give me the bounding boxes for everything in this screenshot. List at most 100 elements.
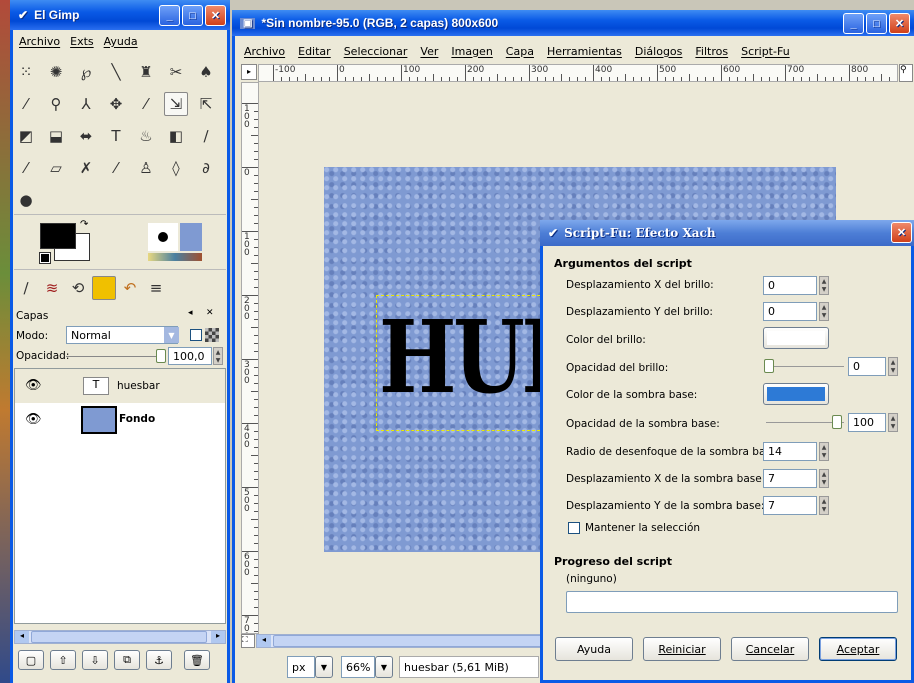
scroll-left-arrow-icon[interactable]: ◂	[15, 631, 29, 643]
lock-alpha-checkbox[interactable]	[190, 329, 202, 341]
glow-offset-y-input[interactable]: 0	[763, 302, 817, 321]
menu-archivo[interactable]: Archivo	[19, 35, 60, 48]
fuzzy-select-tool-icon[interactable]: ╲	[104, 60, 128, 84]
shear-tool-icon[interactable]: ⬓	[44, 124, 68, 148]
visibility-eye-icon[interactable]: 👁	[25, 412, 42, 427]
bucket-fill-tool-icon[interactable]: ◧	[164, 124, 188, 148]
menu-ver[interactable]: Ver	[420, 45, 438, 58]
menu-filtros[interactable]: Filtros	[695, 45, 728, 58]
layers-hscrollbar[interactable]: ◂ ▸	[14, 630, 226, 644]
tab-channels-icon[interactable]: ≡	[144, 276, 168, 300]
zoom-tool-icon[interactable]: ⅄	[74, 92, 98, 116]
vertical-ruler[interactable]: 1 0 0 0 1 0 0 2 0 0 3 0 0 4 0 0 5 0 0 6 0 0 7 0 …	[241, 82, 259, 634]
spinner[interactable]: ▲ ▼	[888, 357, 898, 376]
pencil-tool-icon[interactable]: ⁄	[14, 156, 38, 180]
mode-dropdown-arrow-icon[interactable]: ▼	[164, 327, 179, 343]
select-by-color-tool-icon[interactable]: ♜	[134, 60, 158, 84]
scroll-left-arrow-icon[interactable]: ◂	[257, 635, 271, 647]
menu-ayuda[interactable]: Ayuda	[104, 35, 138, 48]
scroll-thumb[interactable]	[31, 631, 207, 643]
cancel-button[interactable]: Cancelar	[731, 637, 809, 661]
ruler-zoom-icon[interactable]: ⚲	[899, 64, 913, 82]
menu-capa[interactable]: Capa	[506, 45, 534, 58]
move-tool-icon[interactable]: ⁄	[134, 92, 158, 116]
free-select-tool-icon[interactable]: ℘	[74, 60, 98, 84]
maximize-button[interactable]: □	[866, 13, 887, 34]
menu-imagen[interactable]: Imagen	[451, 45, 492, 58]
brush-preview[interactable]	[148, 223, 178, 251]
spinner[interactable]: ▲ ▼	[819, 442, 829, 461]
glow-opacity-input[interactable]: 0	[848, 357, 886, 376]
menu-dialogos[interactable]: Diálogos	[635, 45, 683, 58]
zoom-select[interactable]: 66%	[341, 656, 375, 678]
panel-menu-icon[interactable]: ◂	[188, 308, 193, 318]
rotate-tool-icon[interactable]: ⇱	[194, 92, 218, 116]
ink-tool-icon[interactable]: ♙	[134, 156, 158, 180]
rect-select-tool-icon[interactable]: ⁙	[14, 60, 38, 84]
opacity-input[interactable]: 100,0	[168, 347, 212, 365]
blur-tool-icon[interactable]: ∂	[194, 156, 218, 180]
menu-archivo[interactable]: Archivo	[244, 45, 285, 58]
glow-color-button[interactable]	[763, 327, 829, 349]
opacity-slider-track[interactable]	[66, 356, 164, 357]
mode-select[interactable]: Normal	[66, 326, 178, 344]
opacity-slider-thumb[interactable]	[156, 349, 166, 363]
tab-layers-icon[interactable]: ≋	[40, 276, 64, 300]
perspective-tool-icon[interactable]: ⬌	[74, 124, 98, 148]
shadow-offset-y-input[interactable]: 7	[763, 496, 817, 515]
tab-patterns-icon[interactable]	[92, 276, 116, 300]
tab-paths-icon[interactable]: ⟲	[66, 276, 90, 300]
scissors-tool-icon[interactable]: ✂	[164, 60, 188, 84]
swap-colors-icon[interactable]: ↷	[80, 219, 88, 230]
delete-layer-button[interactable]: 🗑	[184, 650, 210, 670]
panel-close-icon[interactable]: ✕	[206, 308, 214, 318]
shadow-offset-x-input[interactable]: 7	[763, 469, 817, 488]
lower-layer-button[interactable]: ⇩	[82, 650, 108, 670]
ruler-menu-button[interactable]: ▸	[241, 64, 257, 80]
scale-tool-icon[interactable]: ◩	[14, 124, 38, 148]
minimize-button[interactable]: _	[843, 13, 864, 34]
close-button[interactable]: ✕	[205, 5, 226, 26]
shadow-opacity-input[interactable]: 100	[848, 413, 886, 432]
layer-row[interactable]: 👁 Fondo	[15, 403, 225, 437]
menu-editar[interactable]: Editar	[298, 45, 331, 58]
menu-exts[interactable]: Exts	[70, 35, 94, 48]
text-tool-icon[interactable]: ♨	[134, 124, 158, 148]
paths-tool-icon[interactable]: ⁄	[14, 92, 38, 116]
opacity-spinner[interactable]: ▲ ▼	[213, 347, 223, 365]
default-colors-icon[interactable]	[39, 252, 51, 264]
visibility-eye-icon[interactable]: 👁	[25, 378, 42, 393]
paintbrush-tool-icon[interactable]: ▱	[44, 156, 68, 180]
dialog-titlebar[interactable]: ✔ Script-Fu: Efecto Xach ✕	[540, 220, 914, 246]
glow-opacity-slider-thumb[interactable]	[764, 359, 774, 373]
crop-tool-icon[interactable]: ⇲	[164, 92, 188, 116]
airbrush-tool-icon[interactable]: ⁄	[104, 156, 128, 180]
help-button[interactable]: Ayuda	[555, 637, 633, 661]
close-button[interactable]: ✕	[891, 222, 912, 243]
zoom-dropdown-arrow-icon[interactable]: ▼	[375, 656, 393, 678]
eraser-tool-icon[interactable]: ✗	[74, 156, 98, 180]
shadow-color-button[interactable]	[763, 383, 829, 405]
close-button[interactable]: ✕	[889, 13, 910, 34]
duplicate-layer-button[interactable]: ⧉	[114, 650, 140, 670]
spinner[interactable]: ▲ ▼	[819, 496, 829, 515]
menu-seleccionar[interactable]: Seleccionar	[344, 45, 408, 58]
color-picker-tool-icon[interactable]: ⚲	[44, 92, 68, 116]
keep-selection-checkbox[interactable]	[568, 522, 580, 534]
fg-color-swatch[interactable]	[40, 223, 76, 249]
unit-select[interactable]: px	[287, 656, 315, 678]
ok-button[interactable]: Aceptar	[819, 637, 897, 661]
anchor-layer-button[interactable]: ⚓	[146, 650, 172, 670]
measure-tool-icon[interactable]: ✥	[104, 92, 128, 116]
unit-dropdown-arrow-icon[interactable]: ▼	[315, 656, 333, 678]
flip-tool-icon[interactable]: T	[104, 124, 128, 148]
shadow-opacity-slider-thumb[interactable]	[832, 415, 842, 429]
foreground-select-tool-icon[interactable]: ♠	[194, 60, 218, 84]
spinner[interactable]: ▲ ▼	[819, 276, 829, 295]
pattern-preview[interactable]	[180, 223, 202, 251]
menu-script-fu[interactable]: Script-Fu	[741, 45, 790, 58]
clone-tool-icon[interactable]: ◊	[164, 156, 188, 180]
reset-button[interactable]: Reiniciar	[643, 637, 721, 661]
glow-offset-x-input[interactable]: 0	[763, 276, 817, 295]
shadow-blur-radius-input[interactable]: 14	[763, 442, 817, 461]
